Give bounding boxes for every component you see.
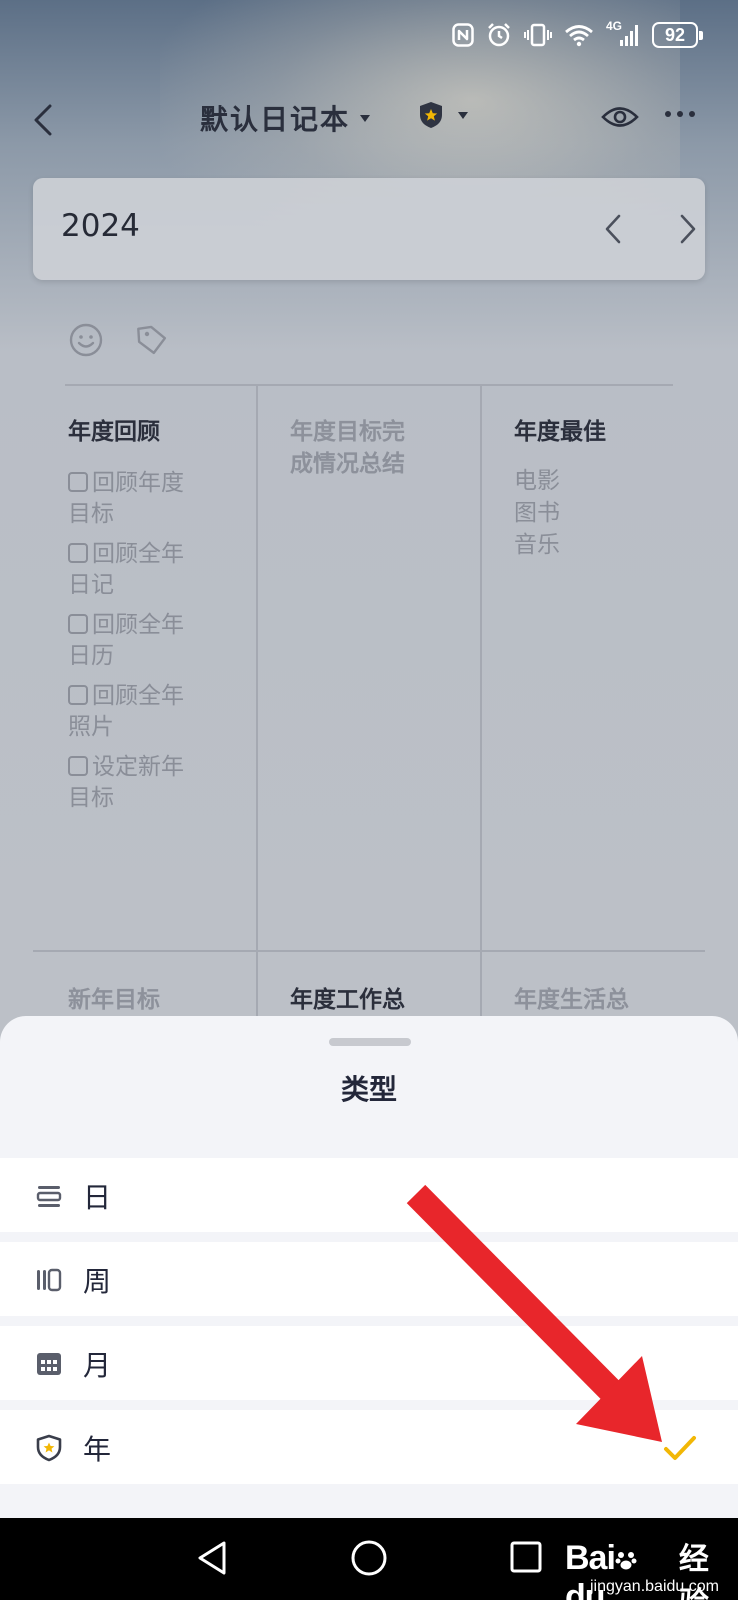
system-nav-bar: Baidu 经验 jingyan.baidu.com [0, 1518, 738, 1600]
nfc-icon [452, 23, 474, 47]
checkbox[interactable] [68, 756, 88, 776]
type-option-label: 周 [83, 1265, 112, 1298]
alarm-icon [488, 23, 510, 47]
checklist-item[interactable]: 回顾全年 日历 [68, 610, 218, 672]
notebook-title: 默认日记本 [200, 103, 351, 136]
checklist-item-line2: 照片 [68, 714, 114, 740]
tag-icon[interactable] [134, 322, 170, 358]
watermark-logo-text: Bai [565, 1539, 616, 1577]
goal-summary-title-line2: 成情况总结 [290, 451, 405, 477]
checklist-item[interactable]: 回顾全年 照片 [68, 681, 218, 743]
checkbox[interactable] [68, 614, 88, 634]
circle-home-icon[interactable] [350, 1539, 388, 1577]
checklist-item-line1: 回顾全年 [92, 541, 184, 567]
goal-summary-title: 年度目标完 成情况总结 [290, 416, 405, 480]
grid-divider [33, 950, 705, 952]
battery-icon: 92 [652, 22, 703, 48]
checklist-item-line1: 回顾全年 [92, 683, 184, 709]
watermark-url: jingyan.baidu.com [590, 1578, 719, 1595]
type-option-label: 月 [83, 1349, 112, 1382]
type-selector[interactable] [418, 100, 468, 130]
sheet-drag-handle[interactable] [329, 1038, 411, 1046]
shield-star-icon [36, 1434, 62, 1462]
chevron-right-icon[interactable] [676, 212, 700, 246]
chevron-left-icon[interactable] [28, 102, 58, 138]
status-bar: 4G 92 [0, 0, 738, 70]
notebook-selector[interactable]: 默认日记本 [200, 98, 371, 138]
app-screen: 4G 92 默认日记本 2024 年度回顾 回顾年度 目标 回顾全年 日记 回顾… [0, 0, 738, 1600]
caret-down-icon [360, 114, 371, 122]
checkbox[interactable] [68, 543, 88, 563]
signal-4g-icon: 4G [606, 19, 640, 48]
toolbar-divider [65, 384, 673, 386]
life-summary-title: 年度生活总 [514, 987, 629, 1013]
checklist-item[interactable]: 回顾年度 目标 [68, 468, 218, 530]
chevron-left-icon[interactable] [601, 212, 625, 246]
day-list-icon [36, 1186, 62, 1207]
battery-level: 92 [664, 24, 686, 45]
best-item-movie: 电影 [514, 468, 560, 494]
checklist-item-line2: 目标 [68, 785, 114, 811]
status-icons: 4G 92 [452, 19, 703, 50]
checklist-item-line2: 日历 [68, 643, 114, 669]
wifi-icon [565, 25, 593, 47]
best-item-book: 图书 [514, 500, 560, 526]
vibrate-icon [524, 23, 552, 47]
type-option-label: 年 [83, 1433, 112, 1466]
checklist-item-line1: 回顾年度 [92, 470, 184, 496]
new-year-goals-title: 新年目标 [68, 987, 160, 1013]
grid-divider [256, 951, 258, 1021]
grid-divider [480, 951, 482, 1021]
top-app-bar: 默认日记本 [0, 80, 738, 155]
best-item-music: 音乐 [514, 532, 560, 558]
year-label: 2024 [61, 208, 140, 244]
goal-summary-title-line1: 年度目标完 [290, 419, 405, 445]
type-option-label: 日 [83, 1181, 112, 1214]
more-dots-icon[interactable] [664, 108, 696, 120]
annotation-arrow-icon [406, 1184, 662, 1442]
paw-icon [615, 1552, 637, 1570]
week-bars-icon [37, 1268, 62, 1292]
checklist-item[interactable]: 设定新年 目标 [68, 752, 218, 814]
checklist-item[interactable]: 回顾全年 日记 [68, 539, 218, 601]
caret-down-icon [458, 111, 468, 119]
sheet-title: 类型 [340, 1073, 397, 1106]
annual-review-title: 年度回顾 [68, 419, 160, 445]
annual-best-title: 年度最佳 [514, 419, 606, 445]
square-recent-icon[interactable] [509, 1540, 543, 1574]
work-summary-title: 年度工作总 [290, 987, 405, 1013]
checklist-item-line2: 目标 [68, 501, 114, 527]
triangle-back-icon[interactable] [195, 1538, 229, 1578]
checklist-item-line2: 日记 [68, 572, 114, 598]
grid-divider [480, 385, 482, 955]
shield-star-icon [420, 102, 442, 128]
grid-divider [256, 385, 258, 955]
checkbox[interactable] [68, 685, 88, 705]
calendar-grid-icon [37, 1353, 61, 1375]
smiley-icon[interactable] [68, 322, 104, 358]
checklist-item-line1: 回顾全年 [92, 612, 184, 638]
checklist-item-line1: 设定新年 [92, 754, 184, 780]
year-selector-card: 2024 [33, 178, 705, 280]
checkbox[interactable] [68, 472, 88, 492]
eye-icon[interactable] [600, 102, 640, 132]
